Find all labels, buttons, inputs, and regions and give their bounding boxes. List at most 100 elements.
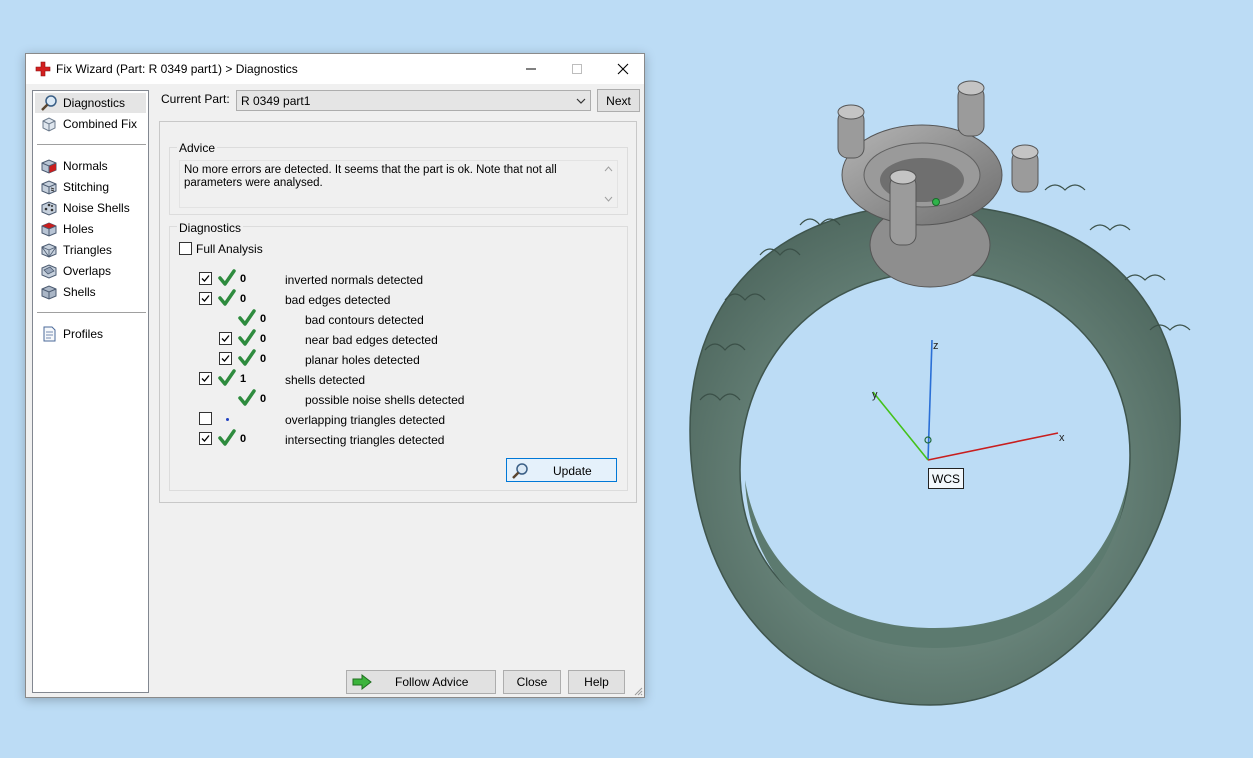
advice-text: No more errors are detected. It seems th… bbox=[184, 164, 557, 189]
near-bad-edges-checkbox[interactable] bbox=[219, 332, 232, 345]
diag-count: 1 bbox=[240, 373, 247, 385]
shells-icon bbox=[41, 285, 57, 300]
green-check-icon bbox=[238, 309, 256, 326]
diag-count: 0 bbox=[240, 293, 247, 305]
overlaps-icon bbox=[41, 264, 57, 279]
green-check-icon bbox=[238, 389, 256, 406]
sidebar-item-label: Stitching bbox=[63, 180, 110, 194]
update-button[interactable]: Update bbox=[506, 458, 617, 482]
shells-checkbox[interactable] bbox=[199, 372, 212, 385]
follow-advice-button[interactable]: Follow Advice bbox=[346, 670, 496, 694]
checkmark-icon bbox=[201, 275, 210, 282]
sidebar-item-label: Overlaps bbox=[63, 264, 112, 278]
diag-label: intersecting triangles detected bbox=[285, 433, 445, 447]
z-axis-label: z bbox=[933, 340, 939, 352]
bad-edges-checkbox[interactable] bbox=[199, 292, 212, 305]
sidebar-item-triangles[interactable]: Triangles bbox=[35, 240, 146, 260]
wcs-label: WCS bbox=[928, 468, 964, 489]
sidebar-item-label: Normals bbox=[63, 159, 108, 173]
full-analysis-checkbox[interactable] bbox=[179, 242, 192, 255]
green-check-icon bbox=[218, 289, 236, 306]
green-check-icon bbox=[218, 369, 236, 386]
checkmark-icon bbox=[201, 295, 210, 302]
current-part-dropdown[interactable]: R 0349 part1 bbox=[236, 90, 591, 111]
sidebar-item-overlaps[interactable]: Overlaps bbox=[35, 261, 146, 281]
green-arrow-right-icon bbox=[352, 673, 372, 691]
sidebar-item-label: Shells bbox=[63, 285, 96, 299]
advice-group-title: Advice bbox=[177, 141, 218, 155]
advice-scrollbar[interactable] bbox=[600, 161, 617, 207]
diag-label: bad contours detected bbox=[305, 313, 424, 327]
checkmark-icon bbox=[221, 335, 230, 342]
sidebar-item-label: Triangles bbox=[63, 243, 112, 257]
sidebar-divider bbox=[37, 312, 146, 313]
diag-count: 0 bbox=[260, 313, 267, 325]
green-check-icon bbox=[238, 349, 256, 366]
x-axis-label: x bbox=[1059, 432, 1065, 444]
follow-advice-label: Follow Advice bbox=[395, 675, 469, 689]
diag-row-planar-holes: 0 planar holes detected bbox=[219, 349, 519, 369]
sidebar-divider bbox=[37, 144, 146, 145]
diag-row-overlapping-triangles: overlapping triangles detected bbox=[199, 409, 499, 429]
sidebar-item-noise-shells[interactable]: Noise Shells bbox=[35, 198, 146, 218]
next-button[interactable]: Next bbox=[597, 89, 640, 112]
noise-shells-icon bbox=[41, 201, 57, 216]
help-button[interactable]: Help bbox=[568, 670, 625, 694]
sidebar-item-label: Diagnostics bbox=[63, 96, 126, 110]
sidebar-item-label: Combined Fix bbox=[63, 117, 138, 131]
red-cross-icon bbox=[35, 61, 51, 77]
fix-wizard-dialog: Fix Wizard (Part: R 0349 part1) > Diagno… bbox=[25, 53, 645, 698]
not-analysed-dot-icon bbox=[226, 418, 229, 421]
maximize-button[interactable] bbox=[554, 54, 600, 84]
diag-row-intersecting-triangles: 0 intersecting triangles detected bbox=[199, 429, 499, 449]
close-window-button[interactable] bbox=[600, 54, 646, 84]
triangles-cube-icon bbox=[41, 243, 57, 258]
y-axis bbox=[872, 391, 929, 461]
diag-label: possible noise shells detected bbox=[305, 393, 465, 407]
intersecting-triangles-checkbox[interactable] bbox=[199, 432, 212, 445]
inverted-normals-checkbox[interactable] bbox=[199, 272, 212, 285]
minimize-icon bbox=[526, 68, 536, 70]
magnifier-icon bbox=[512, 463, 528, 479]
diag-count: 0 bbox=[260, 333, 267, 345]
resize-grip-icon[interactable] bbox=[633, 686, 643, 696]
diag-row-bad-edges: 0 bad edges detected bbox=[199, 289, 499, 309]
overlapping-triangles-checkbox[interactable] bbox=[199, 412, 212, 425]
profiles-document-icon bbox=[43, 326, 56, 342]
sidebar-item-label: Noise Shells bbox=[63, 201, 130, 215]
sidebar-item-combined-fix[interactable]: Combined Fix bbox=[35, 114, 146, 134]
sidebar-item-normals[interactable]: Normals bbox=[35, 156, 146, 176]
sidebar-item-stitching[interactable]: Stitching bbox=[35, 177, 146, 197]
advice-textbox[interactable]: No more errors are detected. It seems th… bbox=[179, 160, 618, 208]
current-part-label: Current Part: bbox=[161, 92, 230, 106]
diag-label: inverted normals detected bbox=[285, 273, 424, 287]
stitching-icon bbox=[41, 180, 57, 195]
green-check-icon bbox=[218, 269, 236, 286]
diag-count: 0 bbox=[240, 273, 247, 285]
green-check-icon bbox=[218, 429, 236, 446]
diagnostics-group-title: Diagnostics bbox=[177, 221, 244, 235]
diag-row-near-bad-edges: 0 near bad edges detected bbox=[219, 329, 519, 349]
title-bar[interactable]: Fix Wizard (Part: R 0349 part1) > Diagno… bbox=[26, 54, 644, 84]
close-button[interactable]: Close bbox=[503, 670, 561, 694]
sidebar-item-diagnostics[interactable]: Diagnostics bbox=[35, 93, 146, 113]
diag-row-noise-shells: 0 possible noise shells detected bbox=[219, 389, 519, 409]
green-check-icon bbox=[238, 329, 256, 346]
minimize-button[interactable] bbox=[508, 54, 554, 84]
sidebar-item-label: Holes bbox=[63, 222, 94, 236]
checkmark-icon bbox=[221, 355, 230, 362]
diag-count: 0 bbox=[260, 353, 267, 365]
update-label: Update bbox=[553, 464, 592, 478]
combined-fix-icon bbox=[42, 117, 56, 132]
sidebar-item-profiles[interactable]: Profiles bbox=[35, 324, 146, 344]
normals-cube-icon bbox=[41, 159, 57, 174]
diag-label: near bad edges detected bbox=[305, 333, 438, 347]
diag-count: 0 bbox=[240, 433, 247, 445]
planar-holes-checkbox[interactable] bbox=[219, 352, 232, 365]
diag-label: shells detected bbox=[285, 373, 366, 387]
sidebar-item-shells[interactable]: Shells bbox=[35, 282, 146, 302]
diag-label: bad edges detected bbox=[285, 293, 391, 307]
diag-row-bad-contours: 0 bad contours detected bbox=[219, 309, 519, 329]
sidebar-item-holes[interactable]: Holes bbox=[35, 219, 146, 239]
diag-row-shells: 1 shells detected bbox=[199, 369, 499, 389]
